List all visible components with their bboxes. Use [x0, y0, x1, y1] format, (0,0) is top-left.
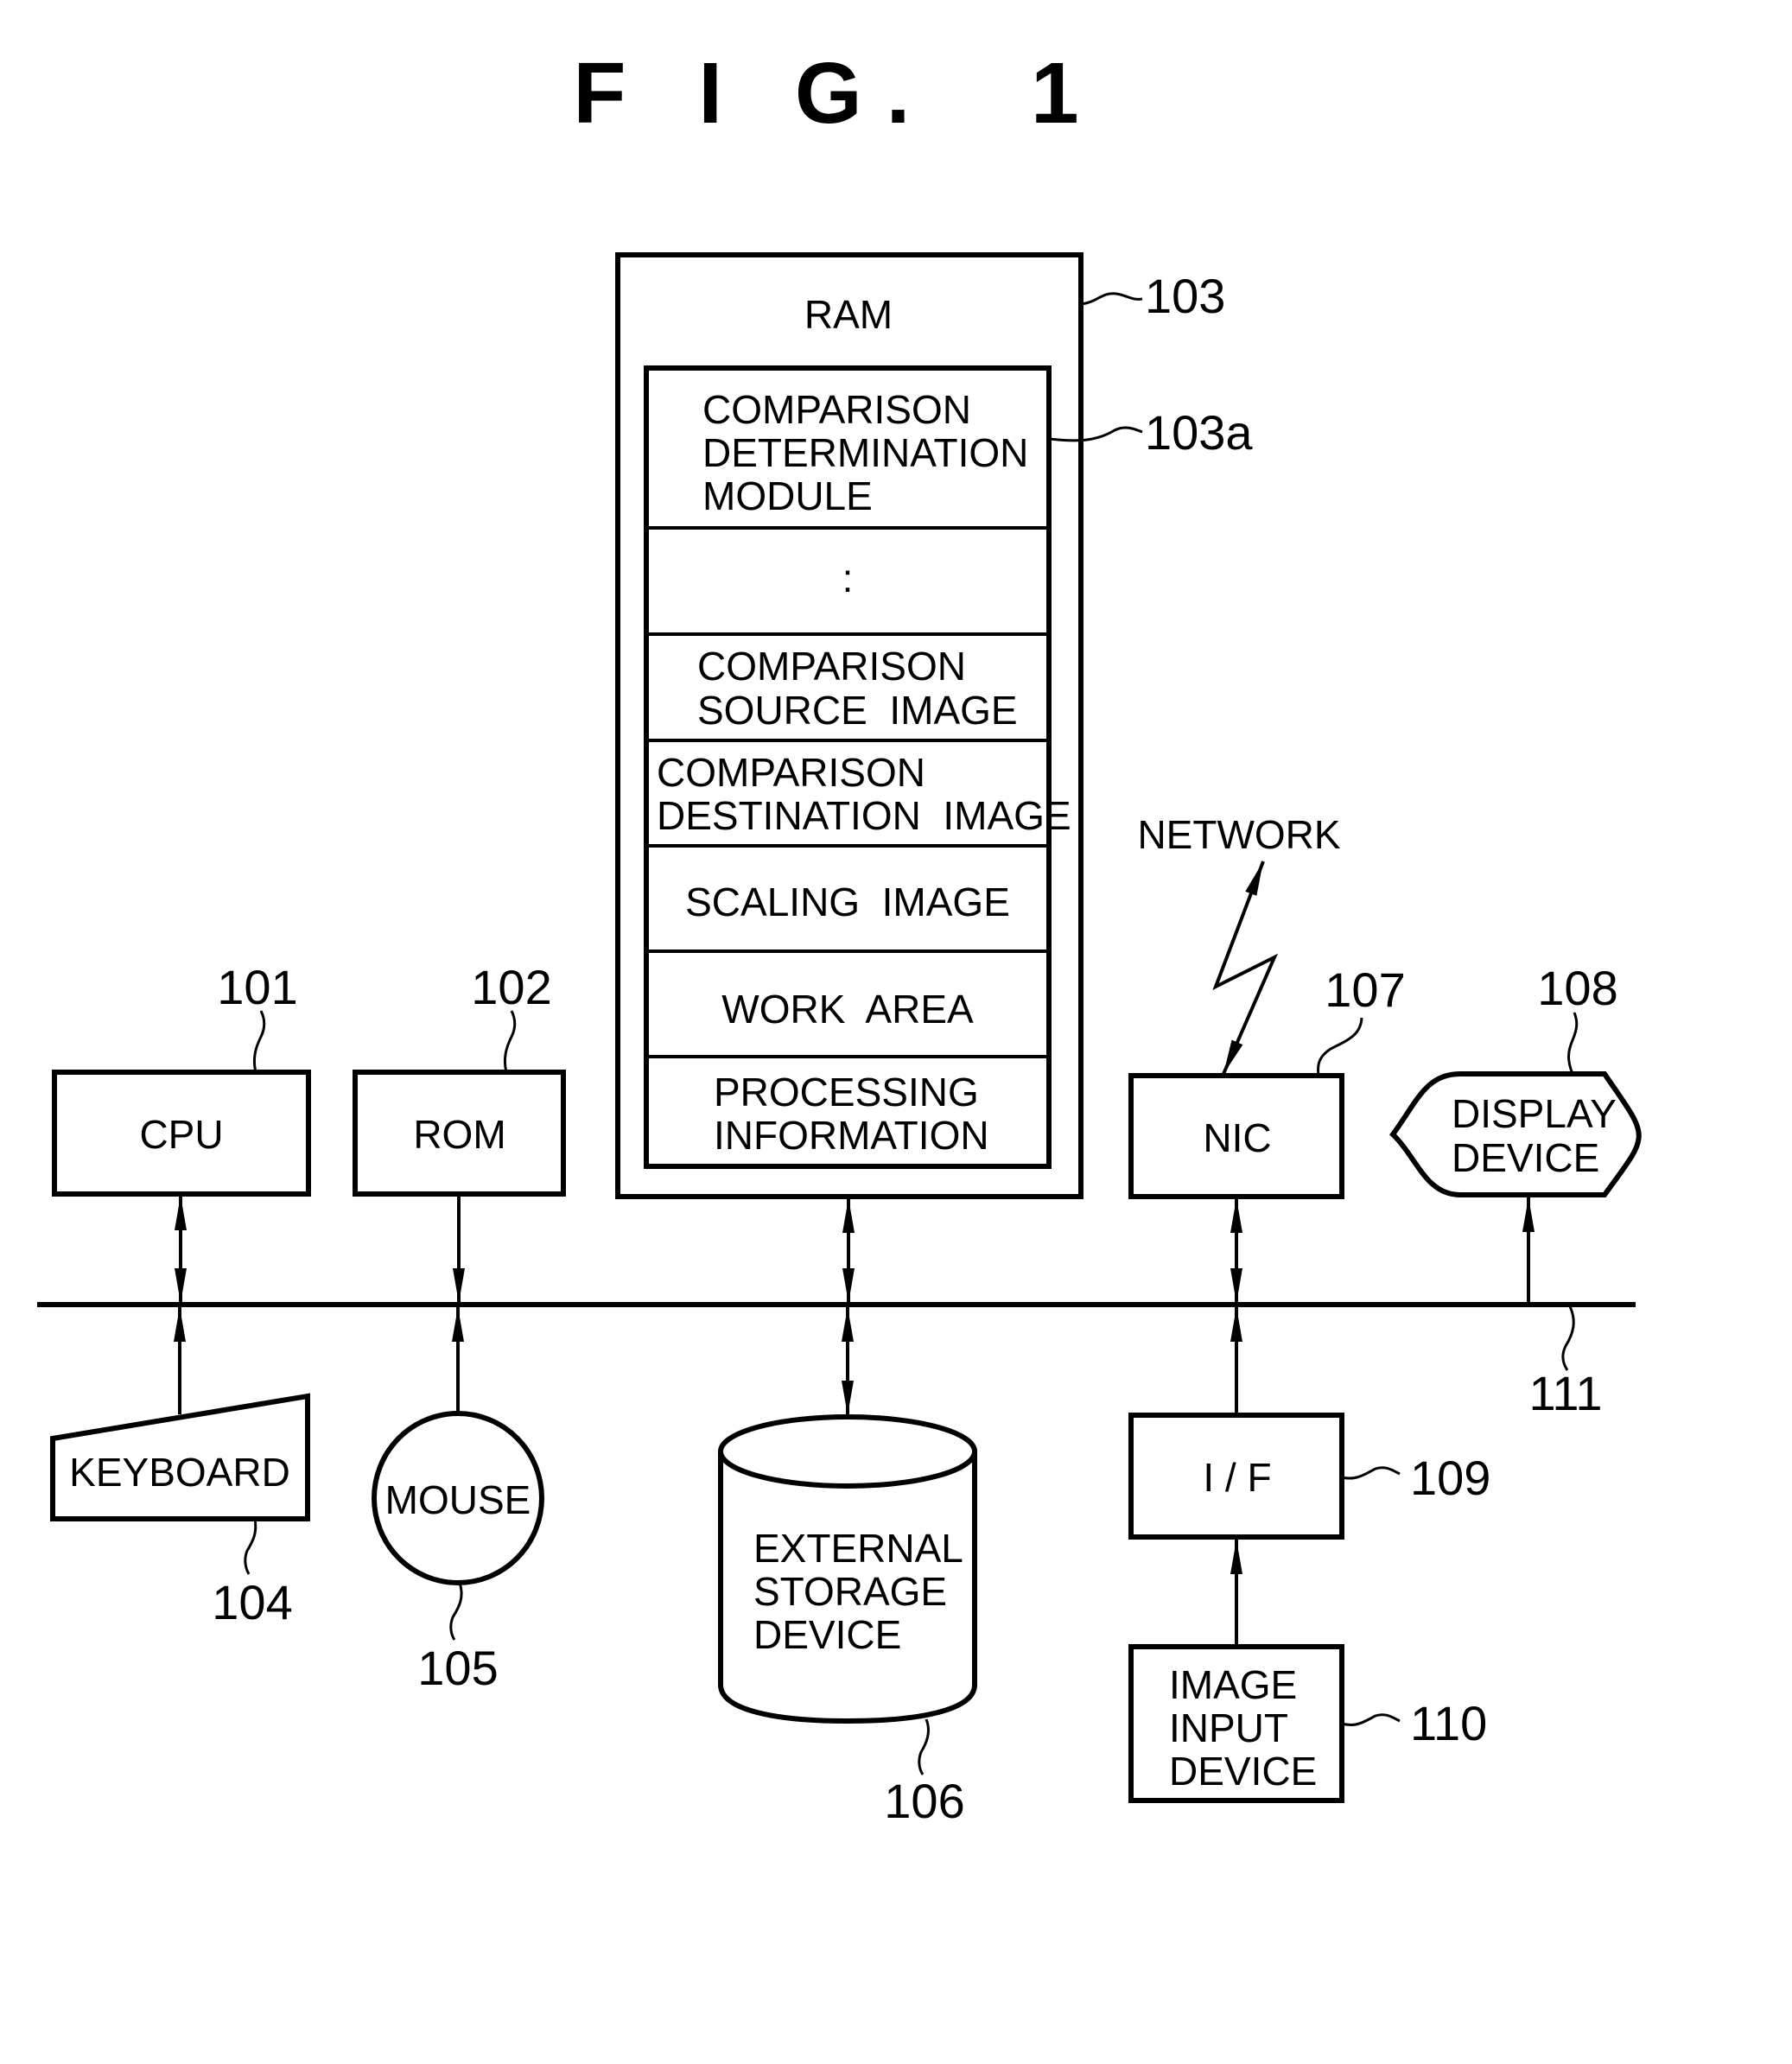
ref-103: 103 — [1145, 269, 1225, 323]
nic-block: NIC 107 NETWORK — [1128, 812, 1406, 1303]
block-diagram: F I G. 1 RAM COMPARISON DETERMINATION MO… — [37, 45, 1642, 1828]
row-text: : — [842, 556, 854, 600]
ref-102: 102 — [471, 960, 551, 1014]
display-device-block: DISPLAY DEVICE 108 — [1389, 961, 1642, 1303]
ref-107: 107 — [1325, 962, 1405, 1017]
leader-line-109 — [1341, 1466, 1401, 1480]
cpu-block: CPU 101 — [52, 960, 311, 1303]
leader-line-102 — [503, 1010, 517, 1073]
keyboard-label: KEYBOARD — [69, 1450, 290, 1495]
leader-line-111 — [1561, 1304, 1575, 1371]
network-lightning-arrow — [1212, 861, 1279, 1075]
ram-row-processing-information: PROCESSING INFORMATION — [714, 1070, 989, 1158]
ref-104: 104 — [212, 1575, 292, 1629]
row-text: SCALING IMAGE — [685, 880, 1010, 924]
network-label: NETWORK — [1137, 812, 1340, 857]
ref-103a: 103a — [1145, 405, 1253, 460]
cpu-label: CPU — [139, 1112, 223, 1157]
interface-label: I / F — [1203, 1455, 1271, 1500]
leader-line-103 — [1080, 292, 1143, 306]
ram-row-work-area: WORK AREA — [721, 987, 974, 1032]
storage-label: EXTERNAL — [753, 1526, 963, 1571]
ref-106: 106 — [884, 1774, 964, 1828]
row-text: PROCESSING — [714, 1070, 979, 1115]
external-storage-block: EXTERNAL STORAGE DEVICE 106 — [718, 1307, 977, 1828]
row-text: SOURCE IMAGE — [697, 688, 1018, 733]
leader-line-110 — [1341, 1713, 1401, 1727]
ram-row-ellipsis: : — [842, 556, 854, 600]
nic-label: NIC — [1203, 1115, 1271, 1160]
image-input-label: DEVICE — [1169, 1749, 1317, 1794]
row-text: INFORMATION — [714, 1113, 989, 1158]
storage-label: DEVICE — [753, 1612, 901, 1657]
image-input-label: IMAGE — [1169, 1662, 1297, 1707]
mouse-label: MOUSE — [385, 1477, 531, 1522]
row-text: DESTINATION IMAGE — [657, 793, 1071, 838]
ref-109: 109 — [1410, 1451, 1490, 1505]
ref-111: 111 — [1528, 1366, 1602, 1420]
keyboard-block: KEYBOARD 104 — [50, 1307, 310, 1629]
rom-block: ROM 102 — [353, 960, 566, 1303]
row-text: COMPARISON — [697, 644, 966, 689]
row-text: DETERMINATION — [702, 430, 1028, 475]
ram-block: RAM COMPARISON DETERMINATION MODULE : CO… — [615, 252, 1253, 1199]
figure-title: F I G. 1 — [573, 45, 1103, 142]
row-text: COMPARISON — [657, 750, 925, 795]
display-device-label: DEVICE — [1452, 1135, 1599, 1180]
ref-108: 108 — [1537, 961, 1617, 1015]
ref-105: 105 — [417, 1641, 498, 1695]
leader-line-104 — [244, 1518, 257, 1575]
ref-110: 110 — [1410, 1696, 1487, 1750]
leader-line-106 — [918, 1718, 930, 1775]
leader-line-107 — [1317, 1017, 1363, 1076]
rom-label: ROM — [413, 1112, 505, 1157]
interface-block: I / F 109 — [1128, 1307, 1490, 1540]
row-text: COMPARISON — [702, 387, 971, 432]
leader-line-108 — [1567, 1012, 1579, 1075]
row-text: WORK AREA — [721, 987, 974, 1032]
mouse-block: MOUSE 105 — [372, 1307, 544, 1695]
row-text: MODULE — [702, 473, 873, 518]
ref-101: 101 — [217, 960, 297, 1014]
image-input-device-block: IMAGE INPUT DEVICE 110 — [1128, 1540, 1487, 1803]
leader-line-105 — [449, 1582, 463, 1641]
ram-row-scaling-image: SCALING IMAGE — [685, 880, 1010, 924]
display-device-label: DISPLAY — [1452, 1091, 1617, 1136]
storage-cylinder-top — [718, 1414, 977, 1489]
ram-label: RAM — [804, 292, 893, 337]
storage-label: STORAGE — [753, 1569, 947, 1614]
leader-line-101 — [252, 1010, 266, 1073]
image-input-label: INPUT — [1169, 1705, 1288, 1750]
